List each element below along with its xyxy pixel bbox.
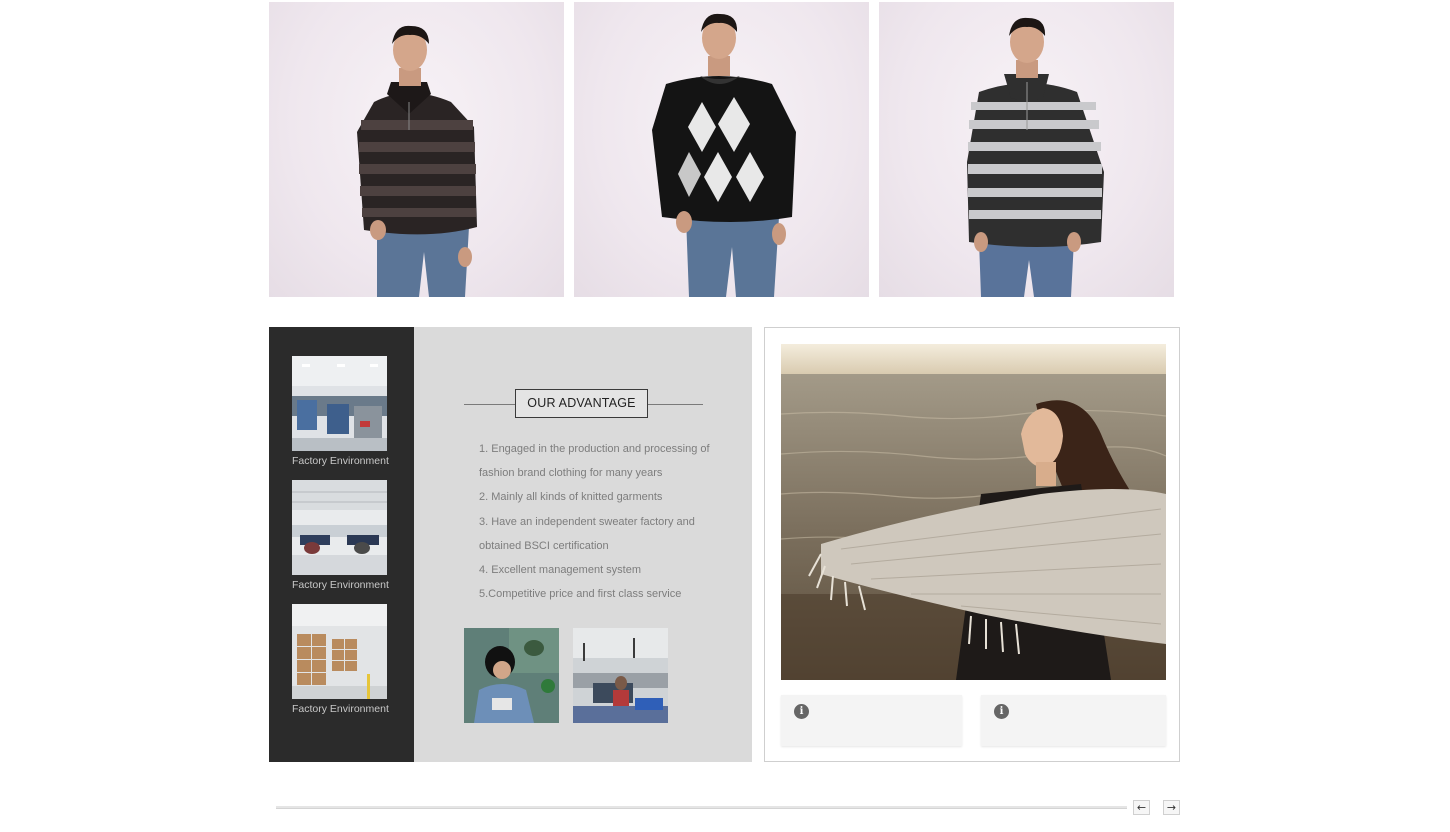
factory-caption: Factory Environment [292, 455, 389, 467]
advantage-point: 2. Mainly all kinds of knitted garments [479, 491, 663, 504]
advantage-panel: OUR ADVANTAGE 1. Engaged in the producti… [414, 327, 752, 762]
info-box-2[interactable]: i [981, 695, 1166, 746]
advantage-heading-group: OUR ADVANTAGE [464, 389, 703, 420]
advantage-list: 1. Engaged in the production and process… [479, 437, 719, 606]
woman-with-scarf-image[interactable] [781, 344, 1166, 680]
heading-rule-right [648, 404, 703, 405]
info-icon: i [994, 704, 1009, 719]
advantage-point: 4. Excellent management system [479, 564, 642, 577]
advantage-point: 1. Engaged in the production and process… [479, 443, 710, 480]
factory-workshop-image [292, 480, 387, 575]
factory-caption: Factory Environment [292, 703, 389, 715]
factory-item-3[interactable]: Factory Environment [292, 604, 389, 715]
product-photo-1[interactable] [269, 2, 564, 297]
advantage-title: OUR ADVANTAGE [515, 389, 648, 418]
advantage-point: 5.Competitive price and first class serv… [479, 588, 682, 601]
prev-button[interactable]: ← [1133, 800, 1150, 815]
factory-warehouse-image [292, 604, 387, 699]
model-grey-striped-sweater-image [967, 17, 1104, 297]
product-gallery [269, 2, 1175, 297]
product-photo-3[interactable] [879, 2, 1174, 297]
heading-rule-left [464, 404, 515, 405]
factory-item-1[interactable]: Factory Environment [292, 356, 389, 467]
factory-caption: Factory Environment [292, 579, 389, 591]
factory-floor-image[interactable] [573, 628, 668, 723]
pager-track [276, 806, 1127, 809]
info-box-1[interactable]: i [781, 695, 962, 746]
product-photo-2[interactable] [574, 2, 869, 297]
info-icon: i [794, 704, 809, 719]
model-striped-sweater-image [357, 25, 477, 297]
factory-item-2[interactable]: Factory Environment [292, 480, 389, 591]
worker-sewing-image[interactable] [464, 628, 559, 723]
advantage-point: 3. Have an independent sweater factory a… [479, 515, 695, 552]
factory-rail: Factory Environment Factory Environment [269, 327, 414, 762]
advantage-photos [464, 628, 684, 723]
model-argyle-sweater-image [652, 13, 796, 297]
next-button[interactable]: → [1163, 800, 1180, 815]
feature-card: i i [764, 327, 1180, 762]
factory-knitting-machines-image [292, 356, 387, 451]
